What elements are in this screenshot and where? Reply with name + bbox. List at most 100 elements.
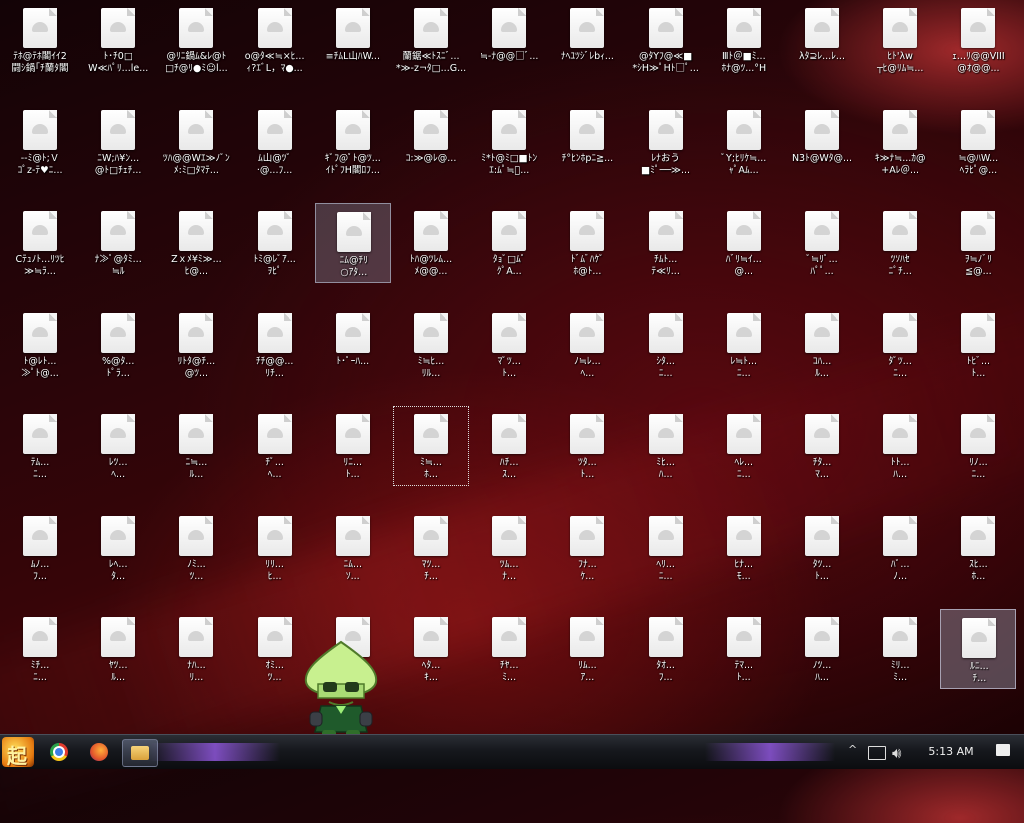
desktop-file-icon[interactable]: ﾁ°ﾋﾝﾎpﾆ≧... — [549, 102, 625, 182]
desktop-file-icon[interactable]: ﾁﾑﾄ... ﾃ≪ﾘ... — [628, 203, 704, 283]
desktop-file-icon[interactable]: ﾁﾔ... ﾐ... — [471, 609, 547, 689]
desktop-file-icon[interactable]: ｷﾟﾌ@ﾟﾄ@ﾂ... ｲﾄﾟﾌH閣ﾛﾌ... — [315, 102, 391, 182]
desktop-file-icon[interactable]: ﾏﾟﾂ... ﾄ... — [471, 305, 547, 385]
desktop-file-icon[interactable]: ﾆ≒... ﾙ... — [158, 406, 234, 486]
desktop-file-icon[interactable]: ﾅ≫ﾟ@ﾀﾐ... ≒ﾙ — [80, 203, 156, 283]
start-button[interactable]: 起 — [2, 737, 34, 768]
desktop-file-icon[interactable]: ≡ﾁﾑL山ﾊW... — [315, 0, 391, 80]
desktop-file-icon[interactable]: @ﾀYﾌ@≪■ *ｼH≫ﾟHﾄ□ﾟ... — [628, 0, 704, 80]
desktop-file-icon[interactable]: ﾐﾘ... ﾐ... — [862, 609, 938, 689]
desktop-file-icon[interactable]: ﾄﾐ@ﾚﾟｱ... ｦﾋﾟ — [237, 203, 313, 283]
desktop-file-icon[interactable]: ﾍﾘ... ﾆ... — [628, 508, 704, 588]
desktop-file-icon[interactable]: ﾋﾄ'λw ┬ﾋ@ﾘﾑ≒... — [862, 0, 938, 80]
desktop-file-icon[interactable]: ﾐ≒... ﾎ... — [393, 406, 469, 486]
desktop-file-icon[interactable]: ﾟY;ﾋﾘｹ≒... ｬﾟAﾑ... — [706, 102, 782, 182]
desktop-file-icon[interactable]: ﾅﾍﾕﾂｼﾞﾚbｨ... — [549, 0, 625, 80]
desktop-file-icon[interactable]: ﾋﾅ... ﾓ... — [706, 508, 782, 588]
desktop-file-icon[interactable]: ﾍﾀ... ｷ... — [393, 609, 469, 689]
desktop[interactable]: ﾃﾎ@ﾃﾎ閣ｲｲ2 闘ｼ鍋｢ﾁ蘭ﾀ閣 ﾄ･ﾁ0□ W≪ﾊﾟﾘ...le... @ﾘﾆ… — [0, 0, 1024, 734]
desktop-file-icon[interactable]: ﾁﾁ@@... ﾘﾁ... — [237, 305, 313, 385]
desktop-file-icon[interactable]: ≒-ﾅ@@□ﾞ... — [471, 0, 547, 80]
desktop-file-icon[interactable]: N3ﾄ@Wﾀ@... — [784, 102, 860, 182]
desktop-file-icon[interactable]: ﾘﾆ... ﾄ... — [315, 406, 391, 486]
desktop-file-icon[interactable]: ｺ:≫@ﾚ@... — [393, 102, 469, 182]
clock[interactable]: 5:13 AM — [916, 745, 986, 758]
desktop-file-icon[interactable]: ﾄ･ﾟｰﾊ... — [315, 305, 391, 385]
desktop-file-icon[interactable]: ﾟ≒ﾘﾟ... ﾊﾟﾟ... — [784, 203, 860, 283]
desktop-file-icon[interactable]: ﾃﾑ... ﾆ... — [2, 406, 78, 486]
desktop-file-icon[interactable]: ﾀｵ... ﾌ... — [628, 609, 704, 689]
desktop-file-icon[interactable]: ﾉ≒ﾚ... ﾍ... — [549, 305, 625, 385]
desktop-file-icon[interactable]: Zｘﾒ¥ﾐ≫... ﾋ@... — [158, 203, 234, 283]
desktop-file-icon[interactable]: ﾃﾏ... ﾄ... — [706, 609, 782, 689]
desktop-file-icon[interactable]: ﾑﾉ... ﾌ... — [2, 508, 78, 588]
desktop-file-icon[interactable]: ｪ...ﾘ@@VIII @ｵ@@... — [940, 0, 1016, 80]
desktop-file-icon[interactable]: ﾅﾊ... ﾘ... — [158, 609, 234, 689]
desktop-file-icon[interactable]: ﾚ≒ﾄ... ﾆ... — [706, 305, 782, 385]
show-hidden-icons-icon[interactable]: ^ — [848, 743, 857, 756]
desktop-file-icon[interactable]: ﾚﾅおう ■ﾐﾟ──≫... — [628, 102, 704, 182]
network-icon[interactable] — [868, 746, 886, 760]
desktop-file-icon[interactable]: ﾀﾟﾂ... ﾆ... — [862, 305, 938, 385]
desktop-file-icon[interactable]: ﾐﾋ... ﾊ... — [628, 406, 704, 486]
taskbar-chrome-button[interactable] — [42, 739, 76, 765]
desktop-file-icon[interactable]: ﾄﾄ... ﾊ... — [862, 406, 938, 486]
desktop-file-icon[interactable]: ﾂﾑ... ﾅ... — [471, 508, 547, 588]
desktop-file-icon[interactable]: 蘭鋸≪ﾄｽﾆﾞ... *≫-z¬ﾀ□...G... — [393, 0, 469, 80]
desktop-file-icon[interactable]: ﾊﾞﾘ≒ｲ... @... — [706, 203, 782, 283]
desktop-file-icon[interactable]: --ﾐ@ﾄ;Ｖ ｺﾟz-ﾃ♥ﾆ... — [2, 102, 78, 182]
desktop-file-icon[interactable]: ﾐﾁ... ﾆ... — [2, 609, 78, 689]
desktop-file-icon[interactable]: ﾍﾚ... ﾆ... — [706, 406, 782, 486]
desktop-file-icon[interactable]: ｼﾀ... ﾆ... — [628, 305, 704, 385]
desktop-file-icon[interactable]: ﾂﾀ... ﾄ... — [549, 406, 625, 486]
desktop-file-icon[interactable]: ｽﾋ... ﾎ... — [940, 508, 1016, 588]
desktop-file-icon[interactable]: ﾐ*ﾄ@ﾐ□■ﾄﾝ ｴ:ﾑﾟ≒ﾟ... — [471, 102, 547, 182]
desktop-file-icon[interactable]: ﾆﾑ... ｿ... — [315, 508, 391, 588]
desktop-file-icon[interactable]: ﾊﾁ... ｽ... — [471, 406, 547, 486]
desktop-file-icon[interactable]: ﾂｿﾊｾ ﾆﾟﾁ... — [862, 203, 938, 283]
desktop-file-icon[interactable]: Cﾃｭﾉﾄ...ﾘﾂﾋ ≫≒ﾗ... — [2, 203, 78, 283]
desktop-file-icon[interactable]: ﾐ≒ﾋ... ﾘﾙ... — [393, 305, 469, 385]
desktop-file-icon[interactable]: ｷ≫ﾅ≒...ｶ@ +Aﾚ＠... — [862, 102, 938, 182]
taskbar-explorer-button[interactable] — [122, 739, 158, 767]
desktop-file-icon[interactable]: ｦ≒ﾉﾞﾘ ≦@... — [940, 203, 1016, 283]
desktop-file-icon[interactable]: ﾙﾆ... ﾁ... — [940, 609, 1017, 689]
desktop-file-icon[interactable]: ﾔﾂ... ﾙ... — [80, 609, 156, 689]
desktop-file-icon[interactable]: ﾄﾊ@ﾂﾚﾑ... ﾒ@@... — [393, 203, 469, 283]
desktop-file-icon[interactable]: ﾌﾅ... ｹ... — [549, 508, 625, 588]
file-icon — [23, 515, 57, 556]
desktop-file-icon[interactable]: ｺﾊ... ﾙ... — [784, 305, 860, 385]
desktop-file-icon[interactable]: ﾆﾑ@ﾁﾘ ○ｱﾀ... — [314, 203, 391, 283]
desktop-file-icon[interactable]: o@ﾀ≪≒×ﾋ... ｨ?ｴﾞL，ﾏ●... — [237, 0, 313, 80]
desktop-file-icon[interactable]: ﾘﾉ... ﾆ... — [940, 406, 1016, 486]
desktop-file-icon[interactable]: ﾊﾟ... ﾉ... — [862, 508, 938, 588]
desktop-file-icon[interactable]: λﾀ⊇ﾚ...ﾚ... — [784, 0, 860, 80]
desktop-file-icon[interactable]: ﾀｮﾟ□ﾑﾟ ｸﾟA... — [471, 203, 547, 283]
desktop-file-icon[interactable]: ﾚﾂ... ﾍ... — [80, 406, 156, 486]
taskbar-firefox-button[interactable] — [82, 739, 116, 765]
desktop-file-icon[interactable]: ﾄﾞﾑﾞﾊｹﾟ ﾎ@ﾄ... — [549, 203, 625, 283]
desktop-file-icon[interactable]: ﾑ山@ﾂﾟ ·@...ﾌ... — [237, 102, 313, 182]
desktop-file-icon[interactable]: ﾂﾊ@@Wｴ≫ﾉﾟﾝ ﾒ:ﾐ□ﾀﾏﾃ... — [158, 102, 234, 182]
desktop-file-icon[interactable]: @ﾘﾆ鍋ﾑ&ﾚ@ﾄ □ﾁ@ﾘ●ﾐ☺l... — [158, 0, 234, 80]
desktop-file-icon[interactable]: ﾏﾂ... ﾁ... — [393, 508, 469, 588]
desktop-file-icon[interactable]: ﾘﾑ... ｱ... — [549, 609, 625, 689]
desktop-file-icon[interactable]: ﾀﾂ... ﾄ... — [784, 508, 860, 588]
desktop-file-icon[interactable]: %@ﾀ... ﾄﾟﾗ... — [80, 305, 156, 385]
desktop-file-icon[interactable]: ﾄﾋﾞ... ﾄ... — [940, 305, 1016, 385]
desktop-file-icon[interactable]: Ⅲﾄ＠■ﾐ... ﾎﾅ@ﾂ...°H — [706, 0, 782, 80]
desktop-file-icon[interactable]: ﾁﾟ... ﾍ... — [237, 406, 313, 486]
desktop-file-icon[interactable]: ﾄ@ﾚﾄ... ≫ﾟﾄ@... — [2, 305, 78, 385]
volume-icon[interactable]: 🔊︎ — [892, 744, 901, 762]
desktop-file-icon[interactable]: ﾘﾘ... ﾋ... — [237, 508, 313, 588]
desktop-file-icon[interactable]: ﾉﾐ... ﾂ... — [158, 508, 234, 588]
desktop-file-icon[interactable]: ﾄ･ﾁ0□ W≪ﾊﾟﾘ...le... — [80, 0, 156, 80]
desktop-file-icon[interactable]: ﾚﾍ... ﾀ... — [80, 508, 156, 588]
desktop-file-icon[interactable]: ﾁﾀ... ﾏ... — [784, 406, 860, 486]
desktop-file-icon[interactable]: ﾃﾎ@ﾃﾎ閣ｲｲ2 闘ｼ鍋｢ﾁ蘭ﾀ閣 — [2, 0, 78, 80]
desktop-file-icon[interactable]: ≒@ﾊW... ﾍﾗﾋﾟ@... — [940, 102, 1016, 182]
desktop-file-icon[interactable]: ﾘﾄﾀ@ﾁ... @ﾂ... — [158, 305, 234, 385]
desktop-file-icon[interactable]: ﾆW;ﾊ¥ﾝ... @ﾄ□ﾁｪﾁ... — [80, 102, 156, 182]
notification-icon[interactable] — [996, 744, 1010, 756]
desktop-file-icon[interactable]: ﾉﾂ... ﾊ... — [784, 609, 860, 689]
